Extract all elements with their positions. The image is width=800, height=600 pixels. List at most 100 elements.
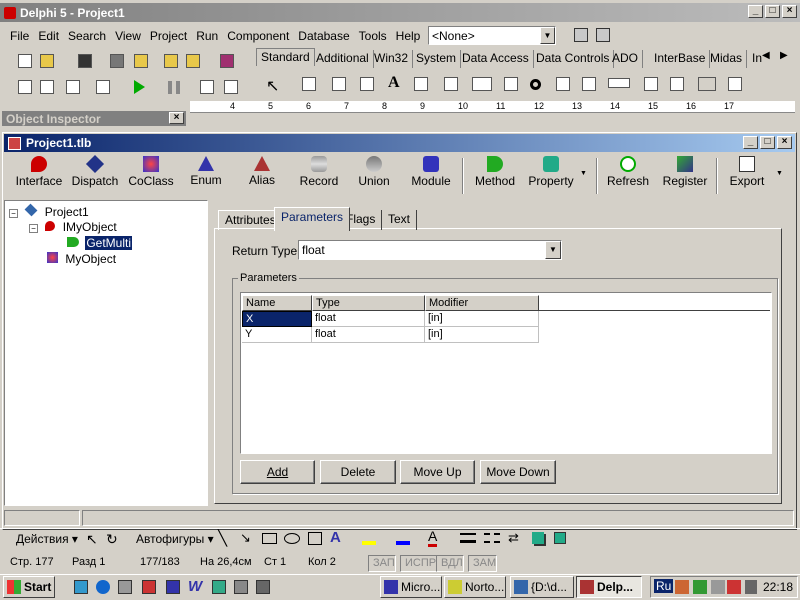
save-all-icon[interactable] bbox=[110, 54, 124, 68]
property-dropdown-icon[interactable]: ▼ bbox=[580, 170, 587, 177]
wordart-icon[interactable]: A bbox=[330, 529, 341, 546]
word-quicklaunch-icon[interactable]: W bbox=[188, 578, 202, 595]
fill-color-icon[interactable] bbox=[362, 531, 376, 545]
arrow-icon[interactable]: ↘ bbox=[240, 530, 251, 546]
palette-tab-system[interactable]: System bbox=[412, 50, 462, 68]
tlb-maximize-button[interactable]: □ bbox=[760, 136, 775, 149]
tray-icon-4[interactable] bbox=[727, 580, 741, 594]
panel-icon[interactable] bbox=[698, 77, 716, 91]
tree-coclass-node[interactable]: MyObject bbox=[47, 252, 116, 268]
textbox-icon[interactable] bbox=[308, 532, 322, 545]
palette-tab-data-access[interactable]: Data Access bbox=[458, 50, 534, 68]
shadow-icon[interactable] bbox=[532, 532, 544, 544]
taskbar-item-norton[interactable]: Norto... bbox=[444, 576, 506, 598]
toolbar-union-button[interactable]: Union bbox=[352, 156, 396, 196]
palette-tab-midas[interactable]: Midas bbox=[706, 50, 748, 68]
menu-edit[interactable]: Edit bbox=[38, 29, 59, 43]
pause-icon[interactable] bbox=[168, 81, 180, 94]
save-icon[interactable] bbox=[78, 54, 92, 68]
palette-scroll-right-icon[interactable]: ▶ bbox=[780, 50, 788, 61]
export-dropdown-icon[interactable]: ▼ bbox=[776, 170, 783, 177]
menu-view[interactable]: View bbox=[115, 29, 141, 43]
radiobutton-icon[interactable] bbox=[530, 79, 541, 90]
frames-icon[interactable] bbox=[302, 77, 316, 91]
inspector-close-button[interactable]: × bbox=[169, 112, 184, 124]
object-tree[interactable]: − Project1 − IMyObject GetMulti MyObject bbox=[4, 200, 208, 506]
open-project-icon[interactable] bbox=[134, 54, 148, 68]
toolbar-interface-button[interactable]: Interface bbox=[14, 156, 64, 196]
collapse-icon[interactable]: − bbox=[29, 224, 38, 233]
palette-tab-win32[interactable]: Win32 bbox=[370, 50, 414, 68]
new-form-icon[interactable] bbox=[96, 80, 110, 94]
tray-icon-3[interactable] bbox=[711, 580, 725, 594]
clock[interactable]: 22:18 bbox=[763, 580, 793, 594]
column-header-modifier[interactable]: Modifier bbox=[425, 295, 539, 311]
combobox-icon[interactable] bbox=[582, 77, 596, 91]
add-to-project-icon[interactable] bbox=[164, 54, 178, 68]
palette-tab-interbase[interactable]: InterBase bbox=[650, 50, 711, 68]
taskbar-item-folder[interactable]: {D:\d... bbox=[510, 576, 574, 598]
draw-menu-button[interactable]: Действия ▾ bbox=[16, 532, 78, 546]
tray-icon-1[interactable] bbox=[675, 580, 689, 594]
toggle-form-unit-icon[interactable] bbox=[66, 80, 80, 94]
memo-icon[interactable] bbox=[444, 77, 458, 91]
quicklaunch-icon-4[interactable] bbox=[142, 580, 156, 594]
autoshapes-menu-button[interactable]: Автофигуры ▾ bbox=[136, 532, 214, 546]
oval-icon[interactable] bbox=[284, 533, 300, 544]
return-type-combo[interactable]: float ▼ bbox=[298, 240, 562, 260]
param-row-2-modifier[interactable]: [in] bbox=[425, 327, 539, 343]
line-style-icon[interactable] bbox=[460, 533, 476, 543]
taskbar-item-word[interactable]: Micro... bbox=[380, 576, 442, 598]
arrow-style-icon[interactable]: ⇄ bbox=[508, 530, 519, 546]
toolbar-method-button[interactable]: Method bbox=[472, 156, 518, 196]
line-icon[interactable]: ╲ bbox=[218, 529, 227, 547]
internet-explorer-icon[interactable] bbox=[96, 580, 110, 594]
tlb-close-button[interactable]: × bbox=[777, 136, 792, 149]
palette-tab-additional[interactable]: Additional bbox=[312, 50, 374, 68]
param-row-2-name[interactable]: Y bbox=[242, 327, 312, 343]
palette-tab-standard[interactable]: Standard bbox=[256, 48, 315, 66]
quicklaunch-icon-3[interactable] bbox=[118, 580, 132, 594]
status-overtype-indicator[interactable]: ЗАМ bbox=[468, 555, 498, 572]
select-objects-icon[interactable]: ↖ bbox=[86, 531, 98, 548]
toolbar-record-button[interactable]: Record bbox=[296, 156, 342, 196]
param-row-1-modifier[interactable]: [in] bbox=[425, 311, 539, 327]
actionlist-icon[interactable] bbox=[728, 77, 742, 91]
listbox-icon[interactable] bbox=[556, 77, 570, 91]
quicklaunch-icon-8[interactable] bbox=[234, 580, 248, 594]
taskbar-item-delphi[interactable]: Delp... bbox=[576, 576, 642, 598]
menu-project[interactable]: Project bbox=[150, 29, 187, 43]
toolbar-property-button[interactable]: Property bbox=[526, 156, 576, 196]
3d-icon[interactable] bbox=[554, 532, 566, 544]
tree-interface-node[interactable]: − IMyObject bbox=[29, 220, 117, 236]
rectangle-icon[interactable] bbox=[262, 533, 277, 544]
view-form-icon[interactable] bbox=[40, 80, 54, 94]
tlb-minimize-button[interactable]: _ bbox=[743, 136, 758, 149]
delete-button[interactable]: Delete bbox=[320, 460, 396, 484]
tray-icon-2[interactable] bbox=[693, 580, 707, 594]
quicklaunch-icon-5[interactable] bbox=[166, 580, 180, 594]
run-icon[interactable] bbox=[134, 80, 145, 94]
param-row-1-name[interactable]: X bbox=[242, 311, 312, 327]
menu-run[interactable]: Run bbox=[196, 29, 218, 43]
return-type-dropdown-button[interactable]: ▼ bbox=[545, 241, 561, 259]
remove-from-project-icon[interactable] bbox=[186, 54, 200, 68]
view-unit-icon[interactable] bbox=[18, 80, 32, 94]
palette-scroll-left-icon[interactable]: ◀ bbox=[762, 50, 770, 61]
collapse-icon[interactable]: − bbox=[9, 209, 18, 218]
font-color-icon[interactable]: A bbox=[428, 529, 438, 547]
toolbar-dispatch-button[interactable]: Dispatch bbox=[70, 154, 120, 196]
status-extend-indicator[interactable]: ВДЛ bbox=[436, 555, 464, 572]
status-record-indicator[interactable]: ЗАП bbox=[368, 555, 396, 572]
tray-icon-5[interactable] bbox=[745, 580, 757, 594]
groupbox-icon[interactable] bbox=[644, 77, 658, 91]
toolbar-refresh-button[interactable]: Refresh bbox=[604, 156, 652, 196]
popup-menu-icon[interactable] bbox=[360, 77, 374, 91]
param-row-1-type[interactable]: float bbox=[312, 311, 425, 327]
menu-search[interactable]: Search bbox=[68, 29, 106, 43]
dash-style-icon[interactable] bbox=[484, 533, 500, 543]
quicklaunch-icon-9[interactable] bbox=[256, 580, 270, 594]
pointer-icon[interactable]: ↖ bbox=[266, 76, 279, 96]
new-icon[interactable] bbox=[18, 54, 32, 68]
status-track-indicator[interactable]: ИСПР bbox=[400, 555, 438, 572]
